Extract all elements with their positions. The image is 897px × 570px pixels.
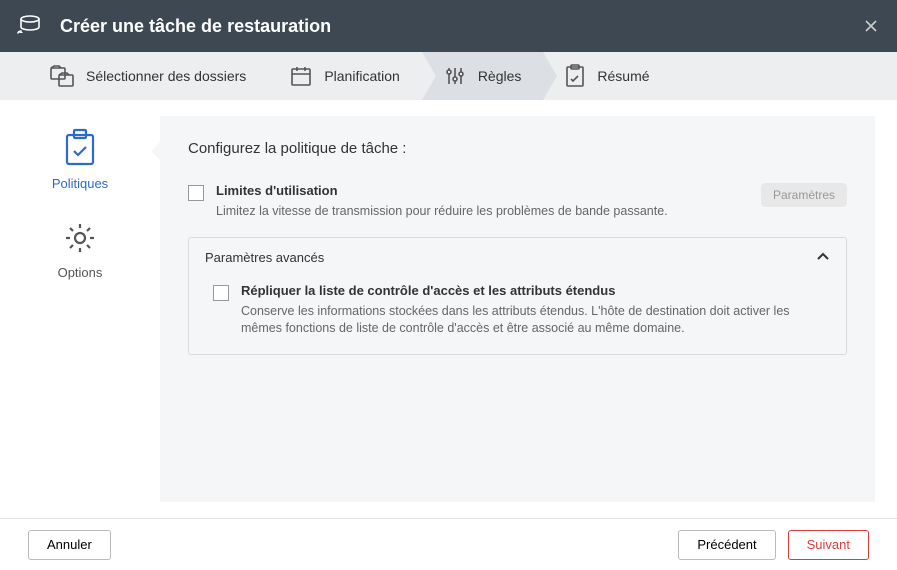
dialog-header: Créer une tâche de restauration bbox=[0, 0, 897, 52]
restore-task-icon bbox=[16, 12, 44, 40]
advanced-settings-title: Paramètres avancés bbox=[205, 250, 324, 265]
close-button[interactable] bbox=[861, 16, 881, 36]
dialog-title: Créer une tâche de restauration bbox=[60, 16, 861, 37]
step-label: Règles bbox=[478, 68, 522, 84]
step-label: Résumé bbox=[597, 68, 649, 84]
main-panel: Configurez la politique de tâche : Limit… bbox=[160, 116, 875, 502]
wizard-stepper: Sélectionner des dossiers Planification … bbox=[0, 52, 897, 100]
step-summary[interactable]: Résumé bbox=[543, 52, 671, 100]
step-select-folders[interactable]: Sélectionner des dossiers bbox=[28, 52, 268, 100]
sidebar-item-options[interactable]: Options bbox=[58, 221, 103, 280]
step-label: Planification bbox=[324, 68, 400, 84]
replicate-acl-checkbox[interactable] bbox=[213, 285, 229, 301]
replicate-acl-label: Répliquer la liste de contrôle d'accès e… bbox=[241, 283, 830, 298]
chevron-up-icon bbox=[816, 250, 830, 265]
next-button[interactable]: Suivant bbox=[788, 530, 869, 560]
option-replicate-acl: Répliquer la liste de contrôle d'accès e… bbox=[205, 283, 830, 338]
settings-sidebar: Politiques Options bbox=[0, 100, 160, 518]
panel-title: Configurez la politique de tâche : bbox=[188, 140, 847, 157]
step-rules[interactable]: Règles bbox=[422, 52, 544, 100]
usage-limits-checkbox[interactable] bbox=[188, 185, 204, 201]
usage-limits-desc: Limitez la vitesse de transmission pour … bbox=[216, 203, 749, 221]
step-schedule[interactable]: Planification bbox=[268, 52, 422, 100]
usage-limits-settings-button: Paramètres bbox=[761, 183, 847, 207]
sidebar-item-policies[interactable]: Politiques bbox=[52, 128, 108, 191]
advanced-settings-box: Paramètres avancés Répliquer la liste de… bbox=[188, 237, 847, 355]
dialog-footer: Annuler Précédent Suivant bbox=[0, 518, 897, 570]
step-label: Sélectionner des dossiers bbox=[86, 68, 246, 84]
sidebar-item-label: Options bbox=[58, 265, 103, 280]
cancel-button[interactable]: Annuler bbox=[28, 530, 111, 560]
sidebar-item-label: Politiques bbox=[52, 176, 108, 191]
previous-button[interactable]: Précédent bbox=[678, 530, 775, 560]
option-usage-limits: Limites d'utilisation Limitez la vitesse… bbox=[188, 183, 847, 221]
usage-limits-label: Limites d'utilisation bbox=[216, 183, 749, 198]
advanced-settings-toggle[interactable]: Paramètres avancés bbox=[189, 238, 846, 277]
replicate-acl-desc: Conserve les informations stockées dans … bbox=[241, 303, 830, 338]
